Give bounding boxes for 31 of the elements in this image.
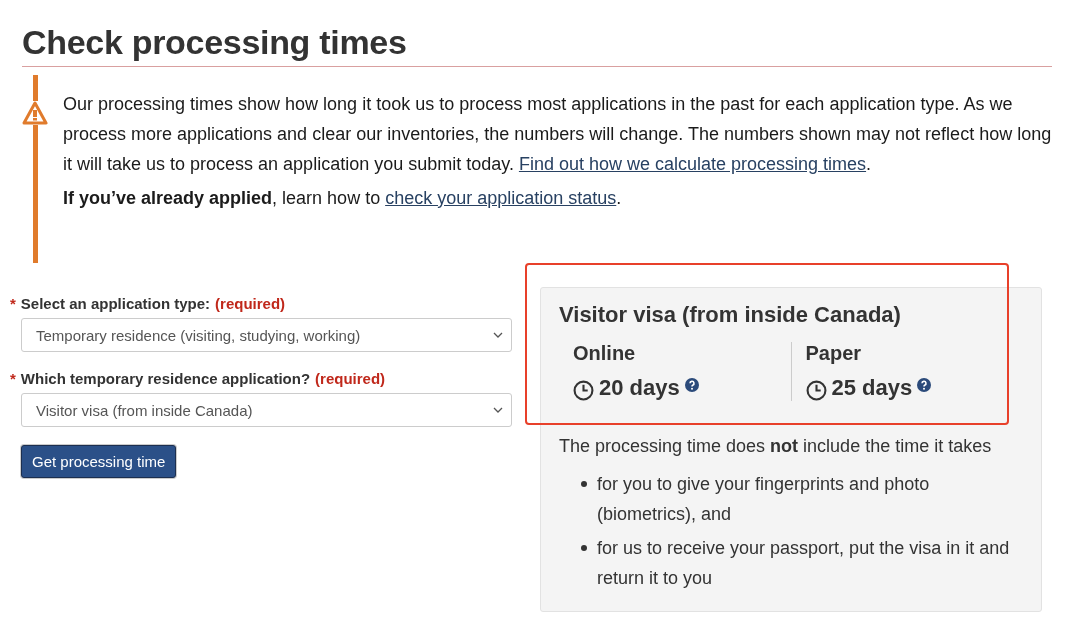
note-text: The processing time does not include the time it takes: [559, 435, 993, 458]
required-marker: (required): [315, 370, 386, 387]
accent-bar: [32, 75, 38, 101]
warning-icon: [22, 101, 48, 125]
notice-link[interactable]: Find out how we calculate processing times: [518, 154, 867, 174]
dropdown-field[interactable]: Visitor visa (from inside Canada): [21, 393, 512, 427]
help-icon[interactable]: [917, 378, 932, 392]
clock-icon: [573, 380, 594, 401]
required-marker: (required): [215, 295, 286, 312]
method-label: Paper: [805, 342, 863, 365]
chevron-down-icon: [493, 407, 503, 413]
dropdown-field[interactable]: Temporary residence (visiting, studying, working): [21, 318, 512, 352]
notice-link[interactable]: check your application status: [385, 188, 617, 208]
field-label: Select an application type:: [20, 295, 211, 312]
chevron-down-icon: [493, 332, 503, 338]
notice-paragraph: If you’ve already applied, learn how to check your application status.: [63, 187, 623, 210]
processing-time: 20 days: [599, 375, 680, 401]
help-icon[interactable]: [684, 378, 699, 392]
processing-time: 25 days: [831, 375, 913, 401]
bullet-icon: [581, 545, 587, 551]
field-label: Which temporary residence application?: [20, 370, 311, 387]
bullet-text: for us to receive your passport, put the visa in it and return it to you: [597, 537, 1011, 590]
page-title: Check processing times: [22, 22, 408, 62]
notice-paragraph: Our processing times show how long it took us to process most applications in the past for each application type. As we process more applications and clear our inventories, the numbers will change. The numbers shown may not reflect how long it will take us to process an application you submit today. Find out how we calculate processing times.: [63, 93, 1052, 176]
method-label: Online: [573, 342, 637, 365]
clock-icon: [805, 380, 827, 401]
get-processing-time-button[interactable]: Get processing time: [21, 445, 177, 478]
bullet-icon: [581, 481, 587, 487]
required-asterisk: *: [10, 295, 16, 312]
result-title: Visitor visa (from inside Canada): [559, 302, 902, 328]
required-asterisk: *: [10, 370, 16, 387]
